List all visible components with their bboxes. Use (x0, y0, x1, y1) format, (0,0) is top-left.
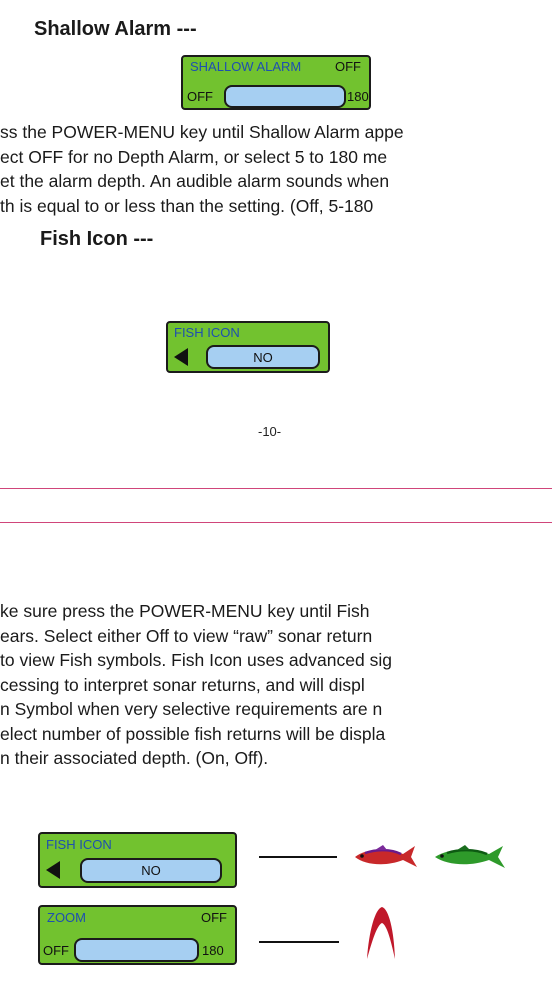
shallow-alarm-heading: Shallow Alarm --- (34, 18, 197, 40)
page-divider-bottom (0, 522, 552, 523)
range-min-label: OFF (187, 89, 213, 104)
panel-title: ZOOM (47, 910, 86, 925)
page-divider-top (0, 488, 552, 489)
red-arch-icon (367, 907, 395, 959)
text-line: ss the POWER-MENU key until Shallow Alar… (0, 122, 404, 142)
page-number: -10- (258, 424, 282, 439)
fish-icon-panel: FISH ICON NO (166, 321, 330, 373)
text-line: to view Fish symbols. Fish Icon uses adv… (0, 650, 392, 670)
connector-line (259, 856, 337, 858)
legend-zoom-slider (74, 938, 199, 962)
legend-fish-icon-panel: FISH ICON NO (38, 832, 237, 888)
panel-title: SHALLOW ALARM (190, 59, 302, 74)
text-line: n their associated depth. (On, Off). (0, 748, 269, 768)
panel-current-value: OFF (201, 910, 227, 925)
text-line: th is equal to or less than the setting.… (0, 195, 374, 216)
shallow-alarm-panel: SHALLOW ALARM OFF OFF 180 (181, 55, 371, 110)
range-max-label: 180 (347, 89, 369, 104)
text-line: cessing to interpret sonar returns, and … (0, 674, 365, 695)
text-line: elect number of possible fish returns wi… (0, 723, 386, 744)
legend-zoom-panel: ZOOM OFF OFF 180 (38, 905, 237, 965)
range-max-label: 180 (202, 943, 224, 958)
text-line: et the alarm depth. An audible alarm sou… (0, 171, 390, 191)
left-arrow-icon (174, 348, 188, 366)
fish-icon-description: ke sure press the POWER-MENU key until F… (0, 599, 392, 771)
text-line: ears. Select either Off to view “raw” so… (0, 625, 373, 646)
red-fish-icon (355, 845, 417, 867)
panel-current-value: OFF (335, 59, 361, 74)
text-line: ke sure press the POWER-MENU key until F… (0, 601, 370, 621)
panel-title: FISH ICON (174, 325, 240, 340)
panel-title: FISH ICON (46, 837, 112, 852)
text-line: ect OFF for no Depth Alarm, or select 5 … (0, 146, 388, 167)
legend-fish-icon-value-box: NO (80, 858, 222, 883)
connector-line (259, 941, 339, 943)
shallow-alarm-slider (224, 85, 346, 108)
left-arrow-icon (46, 861, 60, 879)
fish-icon-heading: Fish Icon --- (40, 228, 154, 250)
shallow-alarm-description: ss the POWER-MENU key until Shallow Alar… (0, 120, 404, 218)
text-line: n Symbol when very selective requirement… (0, 699, 383, 719)
green-fish-icon (435, 845, 505, 868)
fish-icon-value-box: NO (206, 345, 320, 369)
range-min-label: OFF (43, 943, 69, 958)
